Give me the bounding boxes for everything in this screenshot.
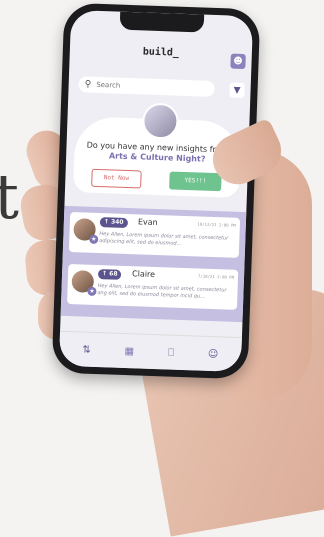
event-avatar	[141, 102, 180, 140]
badge-icon: ★	[89, 234, 99, 245]
phone-screen: build_ ☻ ⚲ ▼ Do you have any new insight…	[58, 9, 254, 373]
avatar: ★	[71, 270, 97, 296]
background-letter: t	[0, 160, 19, 233]
score-badge: ↑ 340	[99, 217, 128, 229]
search-bar[interactable]: ⚲	[78, 76, 215, 97]
search-icon: ⚲	[84, 79, 92, 90]
yes-button[interactable]: YES!!!	[169, 171, 222, 192]
users-button[interactable]: ☻	[230, 53, 246, 70]
list-item[interactable]: ★ ↑ 68 Claire 7/10/21 2:00 PM Hey Allen,…	[67, 263, 239, 310]
post-author: Claire	[131, 269, 156, 280]
filter-button[interactable]: ▼	[229, 82, 245, 99]
users-icon: ☻	[233, 56, 243, 67]
list-item[interactable]: ★ ↑ 340 Evan 10/13/21 2:00 PM Hey Allen,…	[68, 212, 241, 258]
community-icon[interactable]: ▦	[124, 346, 134, 357]
post-author: Evan	[137, 217, 158, 228]
insight-question: Do you have any new insights from Arts &…	[86, 140, 229, 164]
swap-icon[interactable]: ⇅	[82, 344, 91, 355]
chat-icon[interactable]: ⎕	[168, 347, 174, 358]
score-badge: ↑ 68	[97, 269, 122, 280]
app-title: build_	[142, 46, 180, 59]
phone-frame: build_ ☻ ⚲ ▼ Do you have any new insight…	[51, 2, 261, 380]
phone-notch	[119, 11, 205, 33]
post-date: 7/10/21 2:00 PM	[197, 273, 235, 280]
post-date: 10/13/21 2:00 PM	[197, 221, 236, 228]
feed: ★ ↑ 340 Evan 10/13/21 2:00 PM Hey Allen,…	[60, 205, 247, 323]
profile-icon[interactable]: ☺	[208, 348, 219, 359]
not-now-button[interactable]: Not Now	[91, 168, 142, 189]
post-text: Hey Allen, Lorem ipsum dolor sit amet, c…	[99, 231, 229, 247]
post-text: Hey Allen, Lorem ipsum dolor sit amet, c…	[97, 283, 227, 300]
search-input[interactable]	[94, 79, 199, 94]
filter-icon: ▼	[233, 85, 241, 96]
badge-icon: ★	[87, 286, 97, 296]
avatar: ★	[73, 218, 99, 245]
bottom-nav: ⇅ ▦ ⎕ ☺	[58, 330, 242, 373]
